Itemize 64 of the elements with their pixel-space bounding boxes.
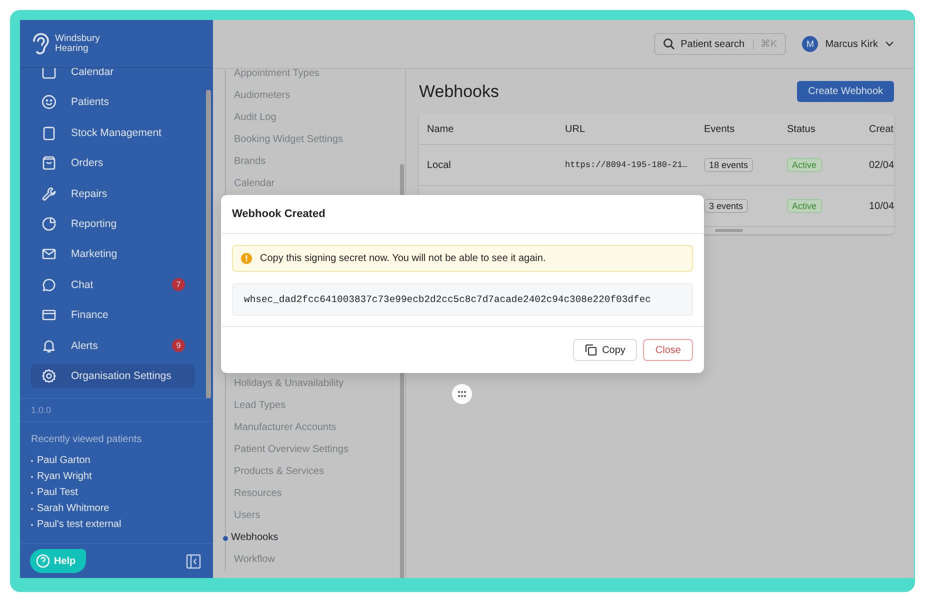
- settings-menu-item[interactable]: Webhooks: [223, 527, 278, 549]
- dialog-title: Webhook Created: [221, 195, 704, 234]
- column-header: Status: [786, 124, 816, 134]
- events-tag: 18 events: [704, 158, 754, 172]
- drag-handle-icon[interactable]: [452, 384, 472, 404]
- collapse-sidebar-icon[interactable]: [186, 554, 201, 568]
- date-cell: 02/04: [869, 160, 894, 170]
- smile-icon: [41, 94, 57, 110]
- user-avatar: M: [802, 36, 818, 52]
- copy-button[interactable]: Copy: [573, 339, 638, 361]
- chevron-down-icon: [885, 41, 894, 47]
- bag-icon: [41, 155, 57, 172]
- warning-icon: [241, 253, 252, 264]
- url-cell: https://8094-195-180-21…: [565, 160, 688, 170]
- nav-item[interactable]: Marketing: [31, 242, 195, 266]
- nav-item[interactable]: Reporting: [31, 212, 195, 236]
- count-badge: 7: [172, 278, 185, 292]
- nav-item[interactable]: Repairs: [31, 182, 195, 206]
- recent-patient-link[interactable]: Paul Test: [37, 485, 78, 501]
- column-header: Events: [703, 124, 736, 134]
- nav-item[interactable]: Stock Management: [31, 120, 195, 145]
- nav-item[interactable]: Patients: [31, 90, 195, 114]
- ear-logo-icon: [30, 30, 50, 56]
- close-button[interactable]: Close: [643, 339, 693, 361]
- nav-item[interactable]: Organisation Settings: [31, 364, 195, 388]
- version-label: 1.0.0: [20, 399, 213, 422]
- recent-patient-link[interactable]: Paul's test external: [37, 517, 122, 533]
- nav-item[interactable]: Finance: [31, 303, 195, 328]
- gear-icon: [41, 368, 57, 384]
- recent-patient-link[interactable]: Ryan Wright: [37, 469, 92, 485]
- question-icon: [36, 554, 50, 568]
- calendar-icon: [41, 68, 57, 80]
- scrollbar-thumb[interactable]: [206, 90, 211, 398]
- bell-icon: [41, 338, 57, 354]
- scrollbar-thumb[interactable]: [715, 229, 743, 232]
- column-header: URL: [564, 124, 586, 134]
- status-tag: Active: [787, 198, 822, 212]
- status-tag: Active: [787, 158, 822, 172]
- recent-patient-link[interactable]: Paul Garton: [37, 453, 90, 469]
- secret-field: whsec_dad2fcc641003837c73e99ecb2d2cc5c8c7d7acade2402c94c308e220f03dfec: [232, 283, 693, 316]
- section-title: Recently viewed patients: [31, 434, 143, 445]
- pie-icon: [41, 216, 57, 232]
- nav-item[interactable]: Chat 7: [31, 272, 195, 297]
- search-icon: [662, 38, 675, 50]
- page-title: Webhooks: [419, 82, 500, 102]
- shortcut-hint: ⌘K: [752, 38, 778, 50]
- copy-icon: [585, 344, 598, 356]
- user-menu[interactable]: M Marcus Kirk: [802, 36, 894, 52]
- chat-icon: [41, 276, 57, 293]
- brand-name: Windsbury Hearing: [55, 34, 100, 54]
- nav-item[interactable]: Orders: [31, 151, 195, 176]
- count-badge: 9: [172, 339, 185, 352]
- patient-search-button[interactable]: Patient search ⌘K: [654, 33, 786, 55]
- warning-text: Copy this signing secret now. You will not be able to see it again.: [260, 253, 546, 264]
- column-header: Creat: [868, 124, 894, 134]
- create-webhook-button[interactable]: Create Webhook: [797, 81, 894, 102]
- recent-patient-link[interactable]: Sarah Whitmore: [37, 501, 110, 517]
- column-header: Name: [426, 124, 455, 134]
- date-cell: 10/04: [869, 200, 894, 212]
- nav-item[interactable]: Alerts 9: [31, 334, 195, 358]
- clipboard-icon: [41, 124, 57, 141]
- events-tag: 3 events: [704, 198, 748, 212]
- wrench-icon: [41, 186, 57, 202]
- table-cell: Local: [427, 160, 451, 170]
